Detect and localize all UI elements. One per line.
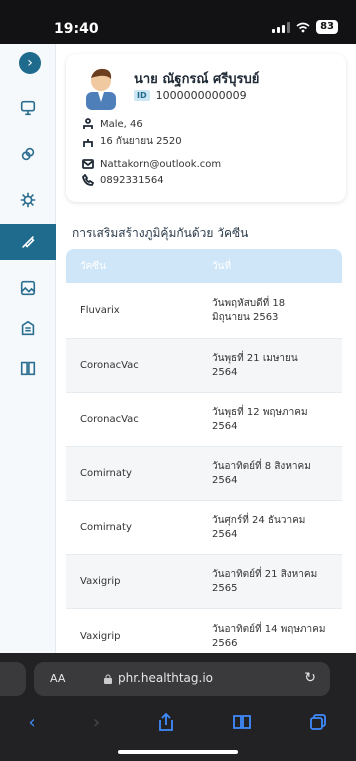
rail-monitor-button[interactable] [0, 90, 56, 126]
vaccine-date: วันพุธที่ 12 พฤษภาคม 2564 [212, 406, 308, 432]
vaccine-name: CoronacVac [80, 414, 139, 425]
status-time: 19:40 [54, 21, 99, 37]
vaccine-date: วันพฤหัสบดีที่ 18 มิถุนายน 2563 [212, 297, 286, 323]
mail-icon [82, 159, 94, 169]
reload-icon[interactable]: ↻ [304, 670, 316, 686]
monitor-icon [20, 100, 36, 116]
avatar [86, 68, 116, 110]
vaccine-name: CoronacVac [80, 360, 139, 371]
vaccine-name: Comirnaty [80, 468, 132, 479]
table-row: Comirnaty วันศุกร์ที่ 24 ธันวาคม 2564 [66, 501, 342, 555]
phone[interactable]: 0892331564 [100, 175, 164, 186]
header-date: วันที่ [212, 260, 232, 272]
vaccine-table: วัคซีน วันที่ Fluvarix วันพฤหัสบดีที่ 18… [66, 249, 342, 653]
back-icon[interactable]: ‹ [29, 712, 36, 733]
email[interactable]: Nattakorn@outlook.com [100, 159, 221, 170]
table-row: Vaxigrip วันอาทิตย์ที่ 14 พฤษภาคม 2566 [66, 609, 342, 653]
vaccine-date: วันอาทิตย์ที่ 8 สิงหาคม 2564 [212, 460, 311, 486]
table-row: Fluvarix วันพฤหัสบดีที่ 18 มิถุนายน 2563 [66, 283, 342, 339]
patient-id: ID 1000000000009 [134, 89, 247, 102]
browser-toolbar: AA phr.healthtag.io ↻ ‹ › [0, 653, 356, 761]
vaccine-date: วันพุธที่ 21 เมษายน 2564 [212, 352, 298, 378]
vaccine-name: Comirnaty [80, 522, 132, 533]
id-badge: ID [134, 90, 150, 101]
patient-id-value: 1000000000009 [155, 89, 247, 102]
status-icons: 83 [272, 20, 338, 34]
status-bar: 19:40 83 [0, 0, 356, 44]
vaccine-date: วันศุกร์ที่ 24 ธันวาคม 2564 [212, 514, 306, 540]
home-indicator[interactable] [118, 750, 238, 754]
url-text[interactable]: phr.healthtag.io [118, 671, 213, 685]
forward-icon[interactable]: › [93, 712, 100, 733]
rail-link-button[interactable] [0, 136, 56, 172]
vaccine-name: Vaxigrip [80, 576, 121, 587]
header-vaccine: วัคซีน [80, 260, 106, 272]
wifi-icon [296, 22, 310, 32]
rail-virus-button[interactable] [0, 182, 56, 218]
vaccine-date: วันอาทิตย์ที่ 14 พฤษภาคม 2566 [212, 623, 326, 649]
email-row: Nattakorn@outlook.com [82, 158, 221, 170]
reader-options-button[interactable]: AA [50, 672, 65, 685]
browser-nav: ‹ › [0, 707, 356, 737]
syringe-icon [22, 236, 35, 248]
chevron-right-icon[interactable]: › [19, 52, 41, 74]
profile-card: นาย ณัฐกรณ์ ศรีบุรบย์ ID 1000000000009 M… [66, 54, 346, 202]
vaccine-name: Fluvarix [80, 305, 120, 316]
share-icon[interactable] [157, 712, 175, 732]
address-bar[interactable]: AA phr.healthtag.io ↻ [34, 662, 330, 696]
book-icon [20, 361, 36, 376]
side-rail: › [0, 44, 56, 653]
gender-age: Male, 46 [100, 118, 143, 130]
battery-indicator: 83 [316, 20, 338, 34]
section-title: การเสริมสร้างภูมิคุ้มกันด้วย วัคซีน [72, 226, 249, 240]
rail-vaccine-button[interactable] [0, 224, 56, 260]
bookmarks-icon[interactable] [232, 714, 252, 730]
page-content: › นาย ณัฐกรณ์ ศรีบุรบย์ ID 1000000000009… [0, 44, 356, 653]
vaccine-date: วันอาทิตย์ที่ 21 สิงหาคม 2565 [212, 568, 318, 594]
rail-image-button[interactable] [0, 270, 56, 306]
cake-icon [83, 138, 93, 147]
rail-building-button[interactable] [0, 310, 56, 346]
link-icon [21, 147, 35, 161]
previous-tab[interactable] [0, 662, 26, 696]
tabs-icon[interactable] [309, 713, 327, 731]
signal-icon [272, 21, 291, 33]
phone-row: 0892331564 [82, 174, 164, 186]
lock-icon [104, 674, 112, 684]
person-icon [83, 118, 93, 129]
table-header: วัคซีน วันที่ [66, 249, 342, 283]
gender-age-row: Male, 46 [82, 118, 143, 130]
phone-icon [82, 174, 94, 186]
table-row: CoronacVac วันพุธที่ 21 เมษายน 2564 [66, 339, 342, 393]
rail-book-button[interactable] [0, 350, 56, 386]
birthdate: 16 กันยายน 2520 [100, 136, 182, 147]
patient-name: นาย ณัฐกรณ์ ศรีบุรบย์ [134, 72, 260, 87]
image-icon [20, 280, 36, 296]
building-icon [21, 320, 35, 336]
virus-icon [20, 192, 36, 208]
birthdate-row: 16 กันยายน 2520 [82, 134, 182, 149]
table-row: Comirnaty วันอาทิตย์ที่ 8 สิงหาคม 2564 [66, 447, 342, 501]
table-row: Vaxigrip วันอาทิตย์ที่ 21 สิงหาคม 2565 [66, 555, 342, 609]
table-row: CoronacVac วันพุธที่ 12 พฤษภาคม 2564 [66, 393, 342, 447]
vaccine-name: Vaxigrip [80, 631, 121, 642]
